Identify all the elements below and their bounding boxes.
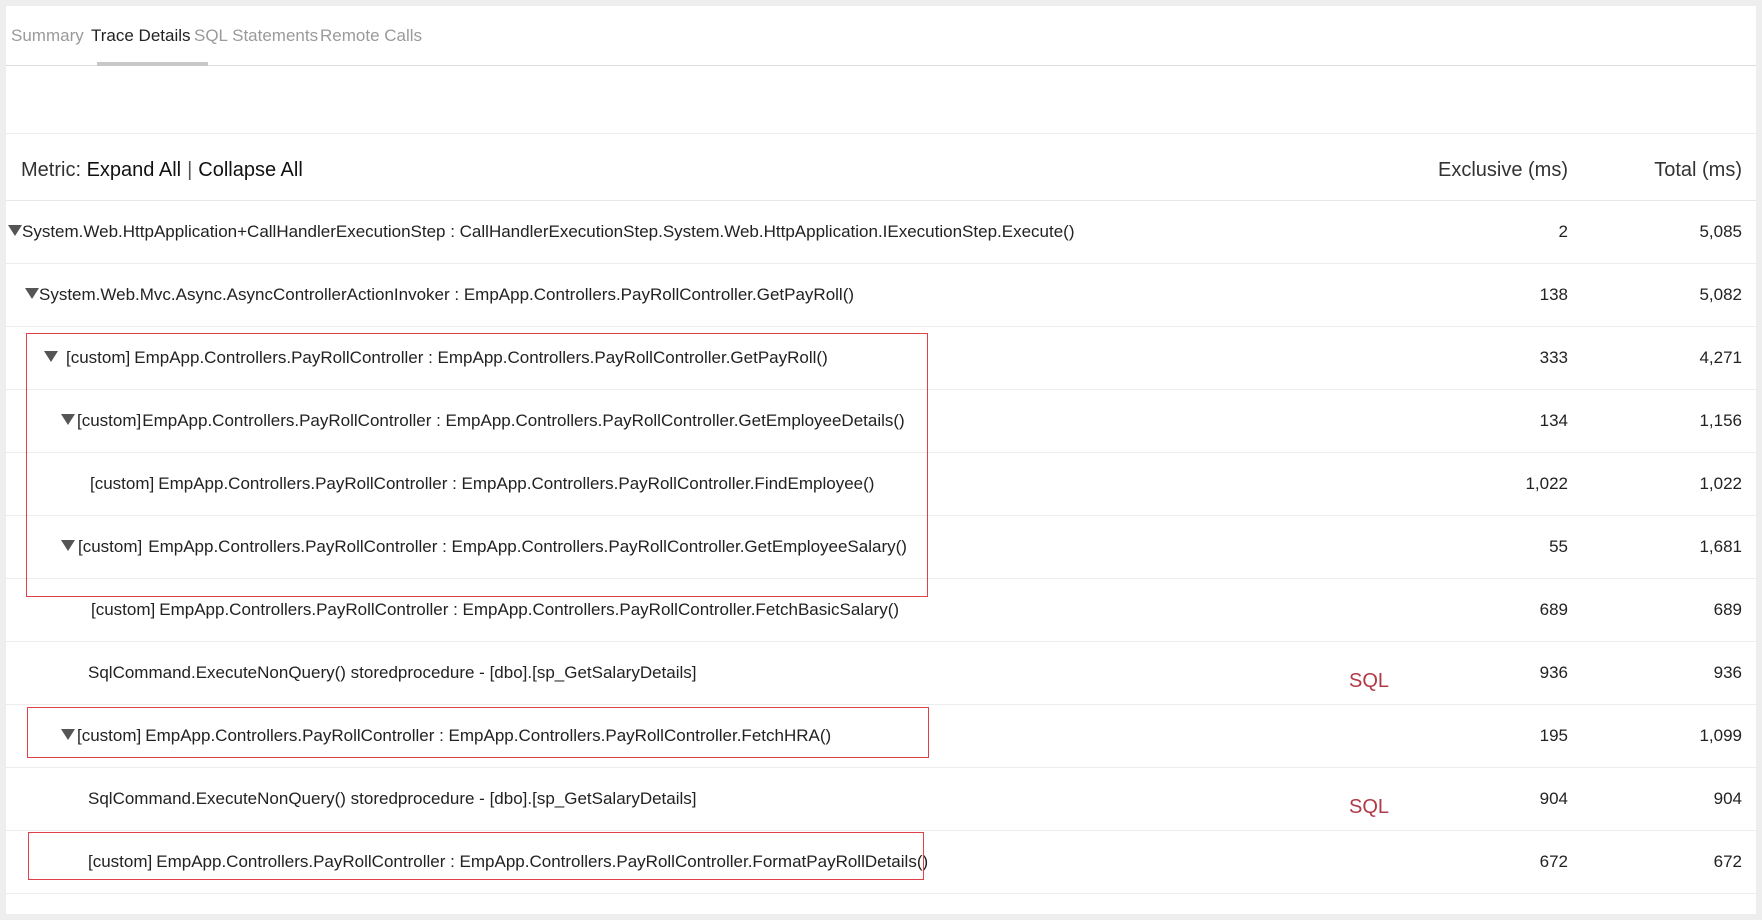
trace-row: [custom]EmpApp.Controllers.PayRollContro…	[6, 327, 1756, 390]
trace-method: System.Web.HttpApplication+CallHandlerEx…	[8, 201, 1075, 263]
custom-tag: [custom]	[77, 726, 142, 745]
triangle-down-icon[interactable]	[44, 351, 58, 363]
triangle-down-icon[interactable]	[25, 288, 39, 300]
trace-method: [custom]EmpApp.Controllers.PayRollContro…	[61, 705, 831, 767]
collapse-all-button[interactable]: Collapse All	[198, 159, 303, 181]
method-name: System.Web.Mvc.Async.AsyncControllerActi…	[39, 285, 855, 304]
triangle-down-icon[interactable]	[61, 414, 75, 426]
tab-summary[interactable]: Summary	[6, 6, 89, 66]
total-time: 4,271	[1699, 348, 1742, 367]
custom-tag: [custom]	[78, 537, 143, 556]
tab-remote-calls[interactable]: Remote Calls	[315, 6, 427, 66]
total-time: 1,099	[1699, 726, 1742, 745]
trace-method: [custom]EmpApp.Controllers.PayRollContro…	[90, 453, 874, 515]
exclusive-time: 333	[1539, 348, 1568, 367]
sql-link[interactable]: SQL	[1349, 776, 1389, 838]
total-time: 1,681	[1699, 537, 1742, 556]
method-name: EmpApp.Controllers.PayRollController : E…	[142, 411, 905, 430]
total-time: 672	[1713, 852, 1742, 871]
trace-method: [custom] EmpApp.Controllers.PayRollContro…	[61, 516, 907, 578]
exclusive-time: 134	[1539, 411, 1568, 430]
custom-tag: [custom]	[66, 348, 131, 367]
tab-trace-details[interactable]: Trace Details	[86, 6, 196, 66]
trace-table-body: System.Web.HttpApplication+CallHandlerEx…	[6, 201, 1756, 894]
custom-tag: [custom]	[77, 411, 142, 430]
trace-row: [custom]EmpApp.Controllers.PayRollContro…	[6, 453, 1756, 516]
method-name: SqlCommand.ExecuteNonQuery() storedproce…	[88, 789, 697, 808]
method-name: EmpApp.Controllers.PayRollController : E…	[145, 726, 832, 745]
active-tab-indicator	[97, 62, 208, 66]
trace-row: System.Web.Mvc.Async.AsyncControllerActi…	[6, 264, 1756, 327]
trace-row: [custom]EmpApp.Controllers.PayRollContro…	[6, 831, 1756, 894]
custom-tag: [custom]	[90, 474, 155, 493]
trace-row: [custom] EmpApp.Controllers.PayRollContro…	[6, 516, 1756, 579]
exclusive-time: 2	[1558, 222, 1568, 241]
tab-bar: Summary Trace Details SQL Statements Rem…	[6, 6, 1756, 66]
total-time: 1,156	[1699, 411, 1742, 430]
exclusive-time: 138	[1539, 285, 1568, 304]
tab-sql-statements[interactable]: SQL Statements	[189, 6, 323, 66]
trace-details-panel: Summary Trace Details SQL Statements Rem…	[6, 6, 1756, 914]
exclusive-time: 55	[1549, 537, 1568, 556]
trace-method: [custom]EmpApp.Controllers.PayRollContro…	[91, 579, 899, 641]
method-name: EmpApp.Controllers.PayRollController : E…	[156, 852, 929, 871]
trace-method: [custom]EmpApp.Controllers.PayRollContro…	[61, 390, 905, 452]
total-time: 5,085	[1699, 222, 1742, 241]
total-time: 689	[1713, 600, 1742, 619]
method-name: EmpApp.Controllers.PayRollController : E…	[134, 348, 828, 367]
exclusive-time: 672	[1539, 852, 1568, 871]
custom-tag: [custom]	[88, 852, 153, 871]
trace-method: System.Web.Mvc.Async.AsyncControllerActi…	[25, 264, 854, 326]
exclusive-time: 1,022	[1525, 474, 1568, 493]
trace-table-header: Metric: Expand All | Collapse All Exclusiv…	[6, 139, 1756, 201]
trace-row: System.Web.HttpApplication+CallHandlerEx…	[6, 201, 1756, 264]
trace-row: [custom]EmpApp.Controllers.PayRollContro…	[6, 579, 1756, 642]
divider	[6, 133, 1756, 134]
total-time: 904	[1713, 789, 1742, 808]
column-header-total[interactable]: Total (ms)	[1654, 139, 1742, 201]
method-name: System.Web.HttpApplication+CallHandlerEx…	[22, 222, 1075, 241]
method-name: EmpApp.Controllers.PayRollController : E…	[158, 474, 875, 493]
total-time: 936	[1713, 663, 1742, 682]
method-name: EmpApp.Controllers.PayRollController : E…	[148, 537, 907, 556]
metric-controls: Metric: Expand All | Collapse All	[21, 139, 303, 201]
metric-label: Metric:	[21, 159, 81, 181]
expand-all-button[interactable]: Expand All	[87, 159, 182, 181]
method-name: EmpApp.Controllers.PayRollController : E…	[159, 600, 900, 619]
exclusive-time: 195	[1539, 726, 1568, 745]
method-name: SqlCommand.ExecuteNonQuery() storedproce…	[88, 663, 697, 682]
trace-method: [custom]EmpApp.Controllers.PayRollContro…	[44, 327, 828, 389]
separator: |	[187, 159, 193, 181]
sql-link[interactable]: SQL	[1349, 650, 1389, 712]
total-time: 1,022	[1699, 474, 1742, 493]
exclusive-time: 689	[1539, 600, 1568, 619]
trace-row: SqlCommand.ExecuteNonQuery() storedproce…	[6, 642, 1756, 705]
trace-row: [custom]EmpApp.Controllers.PayRollContro…	[6, 390, 1756, 453]
trace-method: SqlCommand.ExecuteNonQuery() storedproce…	[88, 642, 697, 704]
triangle-down-icon[interactable]	[61, 540, 75, 552]
custom-tag: [custom]	[91, 600, 156, 619]
trace-row: SqlCommand.ExecuteNonQuery() storedproce…	[6, 768, 1756, 831]
triangle-down-icon[interactable]	[61, 729, 75, 741]
column-header-exclusive[interactable]: Exclusive (ms)	[1438, 139, 1568, 201]
exclusive-time: 936	[1539, 663, 1568, 682]
trace-method: SqlCommand.ExecuteNonQuery() storedproce…	[88, 768, 697, 830]
exclusive-time: 904	[1539, 789, 1568, 808]
trace-method: [custom]EmpApp.Controllers.PayRollContro…	[88, 831, 928, 893]
triangle-down-icon[interactable]	[8, 225, 22, 237]
total-time: 5,082	[1699, 285, 1742, 304]
trace-row: [custom]EmpApp.Controllers.PayRollContro…	[6, 705, 1756, 768]
